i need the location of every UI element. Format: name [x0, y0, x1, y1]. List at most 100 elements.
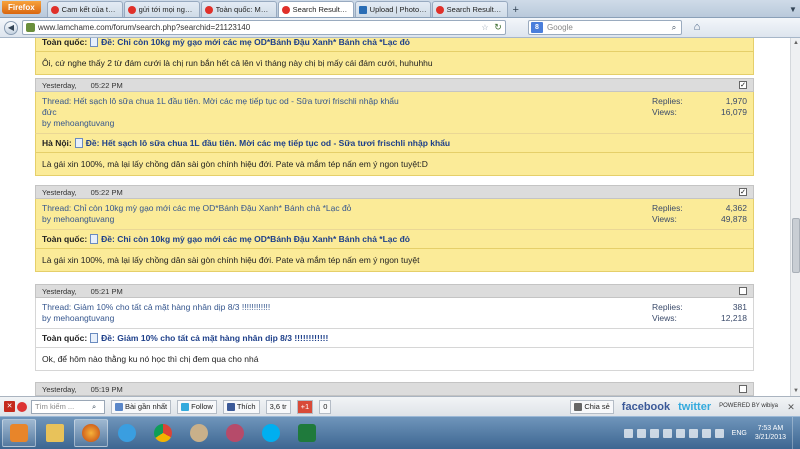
- facebook-like-button[interactable]: Thích: [222, 399, 260, 414]
- post-title[interactable]: Toàn quốc: Đề: Chỉ còn 10kg mỳ gạo mới c…: [35, 38, 754, 52]
- paint-icon: [190, 424, 208, 442]
- taskbar-paint[interactable]: [182, 419, 216, 447]
- social-toolbar: ✕ Tìm kiếm ... ⌕ Bài gần nhất Follow Thí…: [0, 396, 800, 416]
- windows-taskbar: ENG 7:53 AM 3/21/2013: [0, 416, 800, 449]
- document-icon: [90, 234, 99, 244]
- post-title[interactable]: Hà Nội: Đề: Hết sạch lô sữa chua 1L đầu …: [35, 133, 754, 153]
- google-logo-icon[interactable]: 8: [531, 22, 543, 33]
- share-button[interactable]: Chia sẻ: [570, 399, 614, 414]
- site-favicon-icon: [435, 5, 444, 14]
- post-title-link[interactable]: Đề: Hết sạch lô sữa chua 1L đầu tiên. Mờ…: [86, 138, 450, 148]
- twitter-follow-button[interactable]: Follow: [177, 399, 217, 414]
- latest-posts-button[interactable]: Bài gần nhất: [111, 399, 172, 414]
- select-checkbox-checked[interactable]: ✓: [739, 81, 747, 89]
- clock-date: 3/21/2013: [754, 434, 786, 441]
- thread-info: Thread: Chỉ còn 10kg mỳ gạo mới các mẹ O…: [35, 199, 754, 229]
- post-title[interactable]: Toàn quốc: Đề: Chỉ còn 10kg mỳ gạo mới c…: [35, 229, 754, 249]
- replies-count: 4,362: [725, 203, 747, 213]
- clock[interactable]: 7:53 AM 3/21/2013: [755, 424, 786, 442]
- thread-link[interactable]: Hết sạch lô sữa chua 1L đầu tiên. Mời cá…: [42, 96, 399, 117]
- post-title-link[interactable]: Đề: Chỉ còn 10kg mỳ gạo mới các mẹ OD*Bá…: [101, 234, 410, 244]
- twitter-button[interactable]: twitter: [678, 401, 711, 413]
- toolbar-search-input[interactable]: Tìm kiếm ... ⌕: [31, 399, 105, 414]
- post-title-link[interactable]: Đề: Chỉ còn 10kg mỳ gạo mới các mẹ OD*Bá…: [101, 38, 410, 47]
- language-indicator[interactable]: ENG: [732, 430, 747, 437]
- chrome-icon: [154, 424, 172, 442]
- reload-icon[interactable]: ↻: [491, 22, 505, 33]
- flag-icon[interactable]: [17, 401, 27, 412]
- tray-app-icon[interactable]: [623, 428, 633, 438]
- wibiya-logo[interactable]: POWERED BY wibiya: [719, 403, 778, 410]
- search-placeholder[interactable]: Google: [547, 23, 573, 32]
- tool-icon: [226, 424, 244, 442]
- tray-app-icon[interactable]: [662, 428, 672, 438]
- firefox-icon: [82, 424, 100, 442]
- home-icon[interactable]: ⌂: [690, 21, 704, 35]
- thread-author[interactable]: by mehoangtuvang: [42, 214, 747, 225]
- back-arrow-icon[interactable]: ◀: [4, 20, 18, 35]
- facebook-button[interactable]: facebook: [622, 401, 670, 413]
- scrollbar-thumb[interactable]: [792, 218, 800, 273]
- search-magnifier-icon[interactable]: ⌕: [667, 23, 681, 33]
- excel-icon: [298, 424, 316, 442]
- browser-tab-1[interactable]: Cam kết của thành viên: [46, 1, 123, 17]
- thread-line: Thread: Hết sạch lô sữa chua 1L đầu tiên…: [42, 96, 399, 117]
- url-bar[interactable]: www.lamchame.com/forum/search.php?search…: [22, 20, 506, 35]
- search-icon[interactable]: ⌕: [92, 401, 104, 413]
- firefox-menu-button[interactable]: Firefox: [2, 1, 41, 14]
- show-desktop-button[interactable]: [792, 416, 800, 449]
- google-plusone-button[interactable]: +1: [296, 399, 314, 414]
- taskbar-chrome[interactable]: [146, 419, 180, 447]
- post-title[interactable]: Toàn quốc: Đề: Giảm 10% cho tất cả mặt h…: [35, 328, 754, 348]
- twitter-bird-icon: [181, 402, 190, 411]
- document-icon: [90, 38, 99, 47]
- site-favicon-icon: [281, 5, 290, 14]
- replies-count: 381: [732, 302, 747, 312]
- site-favicon-icon: [50, 5, 59, 14]
- taskbar-explorer[interactable]: [38, 419, 72, 447]
- tray-app-icon[interactable]: [649, 428, 659, 438]
- tray-app-icon[interactable]: [636, 428, 646, 438]
- browser-tab-6[interactable]: Search Results - Diễn đàn...: [431, 1, 508, 17]
- thread-author[interactable]: by mehoangtuvang: [42, 313, 747, 324]
- taskbar-skype[interactable]: [254, 419, 288, 447]
- post-title-link[interactable]: Đề: Giảm 10% cho tất cả mặt hàng nhân dị…: [101, 333, 328, 343]
- taskbar-ie[interactable]: [110, 419, 144, 447]
- thread-author[interactable]: by mehoangtuvang: [42, 118, 747, 129]
- scroll-up-arrow-icon[interactable]: ▲: [792, 39, 800, 47]
- browser-tab-2[interactable]: gửi tới mọi người và BQT...: [123, 1, 200, 17]
- scroll-down-arrow-icon[interactable]: ▼: [792, 387, 800, 395]
- url-text[interactable]: www.lamchame.com/forum/search.php?search…: [38, 23, 479, 32]
- select-checkbox[interactable]: [739, 385, 747, 393]
- post-header: Yesterday, 05:22 PM ✓: [35, 185, 754, 199]
- taskbar-excel[interactable]: [290, 419, 324, 447]
- browser-tab-4[interactable]: Search Results - Diễn đàn...: [277, 1, 354, 17]
- tray-app-icon[interactable]: [675, 428, 685, 438]
- site-favicon-icon: [204, 5, 213, 14]
- close-icon[interactable]: ✕: [786, 402, 796, 412]
- network-icon[interactable]: [701, 428, 711, 438]
- thread-link[interactable]: Chỉ còn 10kg mỳ gạo mới các mẹ OD*Bánh Đ…: [74, 203, 352, 213]
- select-checkbox[interactable]: [739, 287, 747, 295]
- browser-tab-3[interactable]: Toàn quốc: MASK 3D(CE...: [200, 1, 277, 17]
- taskbar-tool[interactable]: [218, 419, 252, 447]
- close-toolbar-icon[interactable]: ✕: [4, 401, 15, 412]
- vertical-scrollbar[interactable]: ▲ ▼: [790, 38, 800, 396]
- flag-icon[interactable]: [688, 428, 698, 438]
- replies-count: 1,970: [725, 96, 747, 106]
- browser-tab-5[interactable]: Upload | Photobucket: [354, 1, 431, 17]
- thread-link[interactable]: Giảm 10% cho tất cả mặt hàng nhân dịp 8/…: [74, 302, 271, 312]
- post-date: Yesterday,: [42, 286, 77, 296]
- bookmark-star-icon[interactable]: ☆: [479, 23, 491, 32]
- taskbar-firefox[interactable]: [74, 419, 108, 447]
- select-checkbox-checked[interactable]: ✓: [739, 188, 747, 196]
- thread-info: Thread: Hết sạch lô sữa chua 1L đầu tiên…: [35, 92, 754, 133]
- volume-icon[interactable]: [714, 428, 724, 438]
- taskbar-outlook[interactable]: [2, 419, 36, 447]
- tab-list-chevron-icon[interactable]: ▼: [786, 3, 800, 17]
- search-result-post: Yesterday, 05:22 PM ✓ Thread: Chỉ còn 10…: [35, 185, 754, 272]
- search-box[interactable]: 8 Google ⌕: [528, 20, 682, 35]
- new-tab-button[interactable]: +: [509, 3, 523, 17]
- search-result-post: Yesterday, 05:22 PM ✓ Thread: Hết sạch l…: [35, 78, 754, 176]
- folder-icon: [46, 424, 64, 442]
